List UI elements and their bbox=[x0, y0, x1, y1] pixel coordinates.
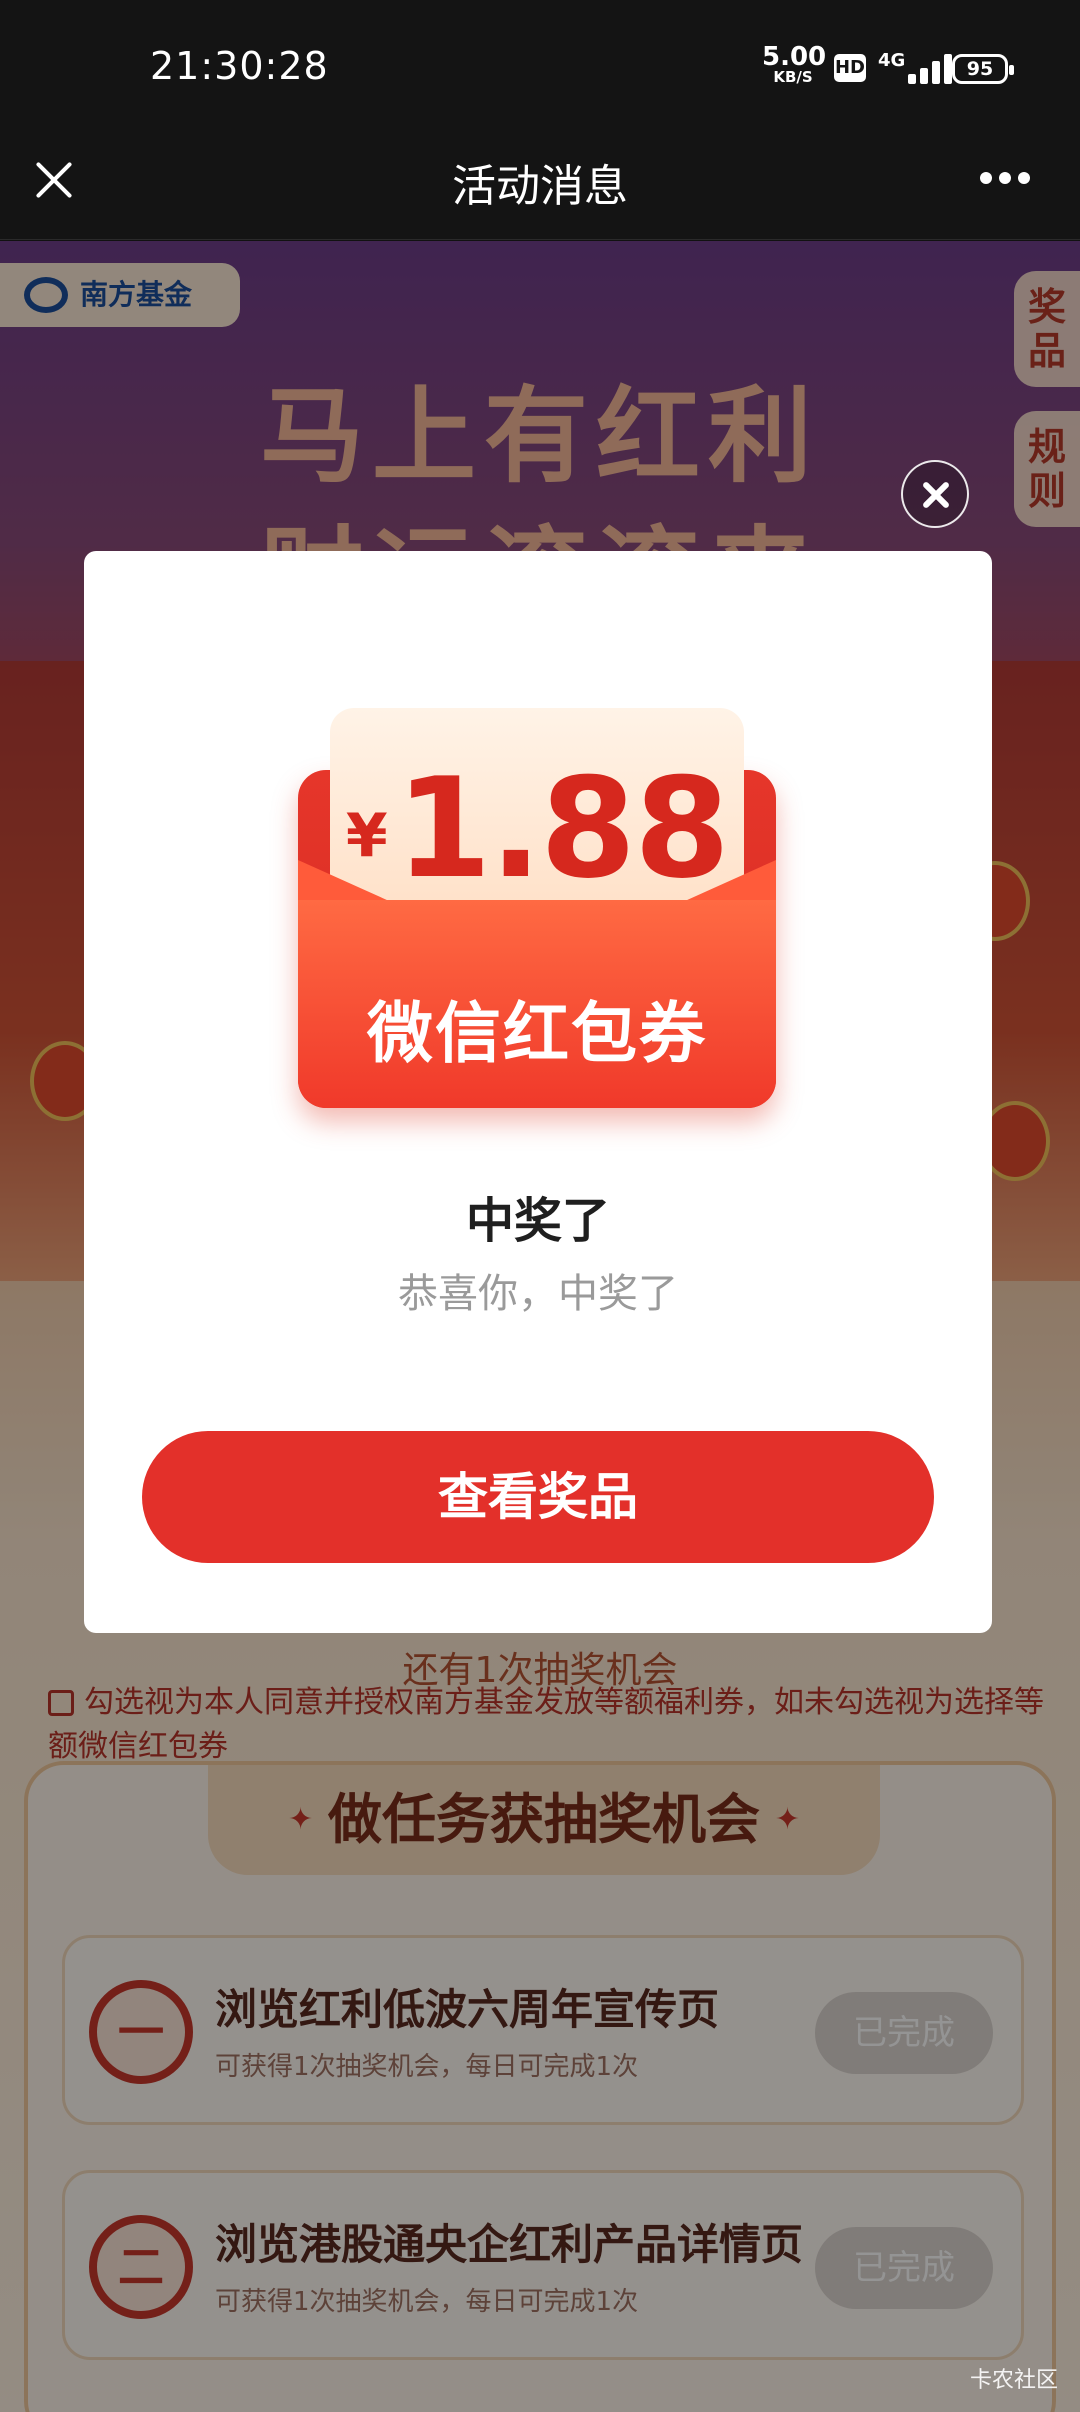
status-time: 21:30:28 bbox=[150, 44, 329, 88]
watermark: 卡农社区 bbox=[969, 2368, 1058, 2393]
network-speed: 5.00 KB/S bbox=[762, 42, 827, 86]
hd-badge-icon: HD bbox=[834, 54, 866, 82]
modal-subtitle: 恭喜你，中奖了 bbox=[398, 1271, 678, 1317]
red-envelope-icon: ¥1.88 微信红包券 bbox=[298, 700, 776, 1110]
battery-icon: 95 bbox=[952, 54, 1014, 84]
coupon-label: 微信红包券 bbox=[367, 995, 707, 1072]
network-type: 4G bbox=[878, 50, 906, 71]
network-speed-value: 5.00 bbox=[762, 42, 827, 72]
network-speed-unit: KB/S bbox=[773, 68, 813, 86]
status-bar: 21:30:28 5.00 KB/S HD 4G 95 bbox=[0, 0, 1080, 136]
nav-bar: 活动消息 bbox=[0, 136, 1080, 240]
view-prize-button[interactable]: 查看奖品 bbox=[142, 1431, 934, 1563]
modal-title: 中奖了 bbox=[465, 1193, 610, 1249]
modal-close-icon[interactable] bbox=[901, 460, 969, 528]
more-horizontal-icon[interactable] bbox=[980, 172, 1030, 186]
page-title: 活动消息 bbox=[452, 161, 628, 212]
